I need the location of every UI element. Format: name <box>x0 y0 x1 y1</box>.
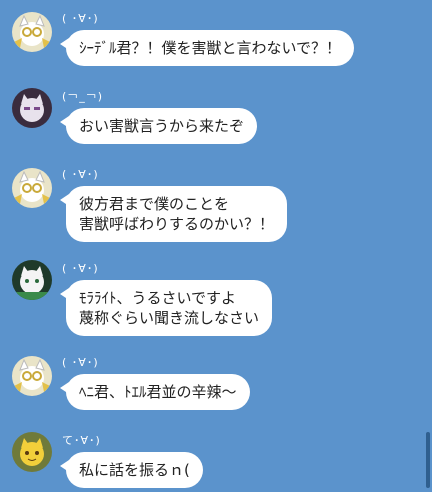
sender-name: ( ･∀･) <box>62 356 99 369</box>
dark-cat-icon[interactable] <box>12 88 52 128</box>
sender-name: (￢_￢) <box>62 90 104 103</box>
cat-glasses-icon[interactable] <box>12 168 52 208</box>
sender-name: ( ･∀･) <box>62 12 99 25</box>
yellow-cat-icon[interactable] <box>12 432 52 472</box>
message-bubble[interactable]: 彼方君まで僕のことを 害獣呼ばわりするのかい？！ <box>59 186 288 242</box>
sender-name: ( ･∀･) <box>62 168 99 181</box>
message-bubble[interactable]: 私に話を振るｎ( <box>60 452 203 488</box>
sender-name: ( ･∀･) <box>62 262 99 275</box>
cat-glasses-icon[interactable] <box>12 356 52 396</box>
message-bubble[interactable]: おい害獣言うから来たぞ <box>59 108 258 144</box>
message-bubble[interactable]: ﾍﾆ君、ﾄｴﾙ君並の辛辣～ <box>60 374 250 410</box>
cat-glasses-icon[interactable] <box>12 12 52 52</box>
white-cat-icon[interactable] <box>12 260 52 300</box>
scrollbar[interactable] <box>426 432 430 488</box>
sender-name: て･∀･) <box>62 434 101 447</box>
message-bubble[interactable]: ﾓﾗﾗｲﾄ、うるさいですよ 蔑称ぐらい聞き流しなさい <box>59 280 273 336</box>
message-bubble[interactable]: ｼｰﾃﾞﾙ君？！僕を害獣と言わないで？！ <box>59 30 355 66</box>
